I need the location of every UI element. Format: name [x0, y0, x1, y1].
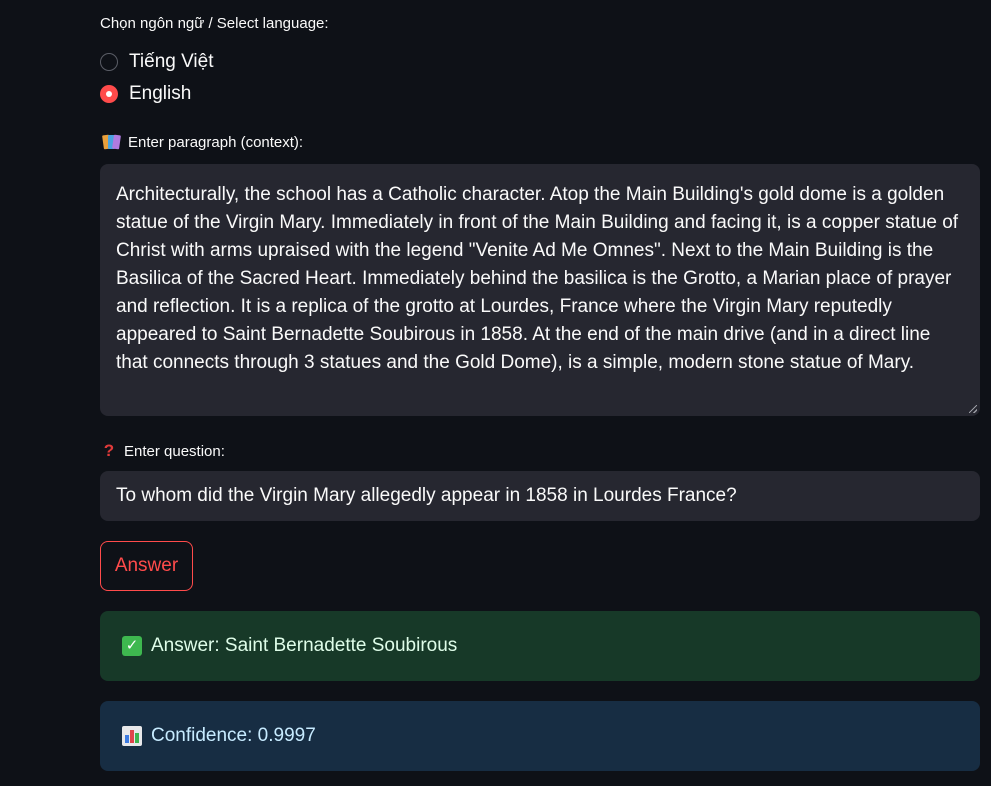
books-icon: [102, 134, 121, 151]
radio-unchecked-icon[interactable]: [100, 53, 118, 71]
question-input[interactable]: To whom did the Virgin Mary allegedly ap…: [100, 471, 980, 521]
radio-option-vietnamese[interactable]: Tiếng Việt: [100, 50, 214, 74]
answer-result-alert: ✓ Answer: Saint Bernadette Soubirous: [100, 611, 980, 681]
context-label: Enter paragraph (context):: [102, 134, 304, 151]
resize-handle-icon[interactable]: [969, 405, 977, 413]
question-label: ? Enter question:: [103, 441, 225, 461]
context-text: Architecturally, the school has a Cathol…: [116, 184, 959, 373]
confidence-text: Confidence: 0.9997: [151, 725, 316, 746]
answer-result-text: Answer: Saint Bernadette Soubirous: [151, 635, 458, 656]
question-label-text: Enter question:: [124, 442, 225, 460]
question-mark-icon: ?: [103, 441, 115, 460]
bar-chart-icon: [122, 726, 142, 746]
context-label-text: Enter paragraph (context):: [128, 134, 304, 151]
radio-checked-icon[interactable]: [100, 85, 118, 103]
answer-button[interactable]: Answer: [100, 541, 193, 591]
context-textarea[interactable]: Architecturally, the school has a Cathol…: [100, 164, 980, 416]
language-label: Chọn ngôn ngữ / Select language:: [100, 15, 329, 32]
radio-label-vietnamese: Tiếng Việt: [129, 51, 214, 72]
check-mark-icon: ✓: [122, 636, 142, 656]
radio-option-english[interactable]: English: [100, 82, 191, 106]
app-main: Chọn ngôn ngữ / Select language: Tiếng V…: [0, 0, 991, 786]
radio-label-english: English: [129, 83, 192, 104]
confidence-alert: Confidence: 0.9997: [100, 701, 980, 771]
